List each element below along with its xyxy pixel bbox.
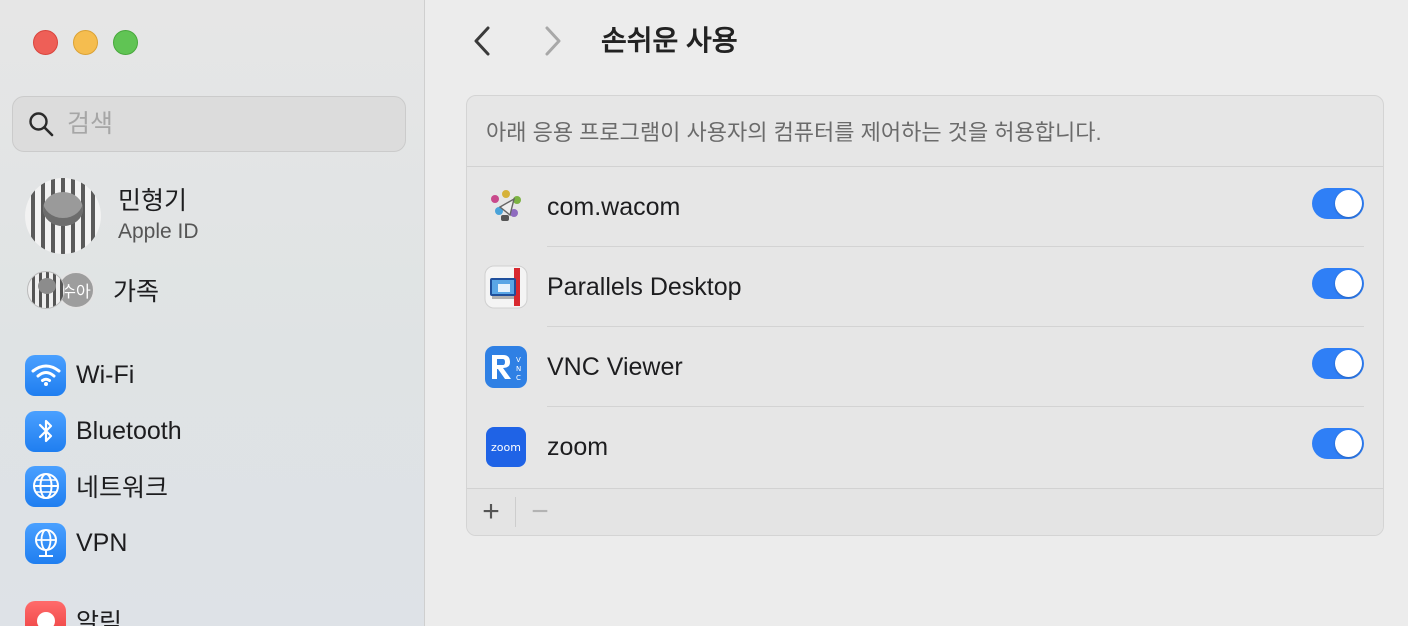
parallels-icon — [484, 265, 528, 309]
accessibility-app-list: 아래 응용 프로그램이 사용자의 컴퓨터를 제어하는 것을 허용합니다. com… — [466, 95, 1384, 536]
sidebar-item-vpn[interactable]: VPN — [25, 522, 127, 564]
globe-icon — [25, 465, 66, 507]
profile-name: 민형기 — [118, 187, 188, 215]
profile-subtitle: Apple ID — [118, 220, 199, 243]
minimize-window-button[interactable] — [73, 30, 98, 55]
list-item: VNC VNC Viewer — [467, 327, 1383, 407]
sidebar-item-label: Bluetooth — [76, 416, 182, 445]
sidebar-item-wifi[interactable]: Wi-Fi — [25, 354, 134, 396]
sidebar-item-network[interactable]: 네트워크 — [25, 465, 168, 507]
chevron-right-icon — [545, 26, 561, 56]
sidebar-item-label: 알림 — [76, 609, 123, 626]
remove-app-button[interactable]: − — [516, 489, 564, 535]
app-name: Parallels Desktop — [547, 272, 742, 301]
sidebar-item-label: 네트워크 — [76, 474, 169, 502]
app-name: zoom — [547, 432, 609, 461]
app-toggle[interactable] — [1312, 348, 1364, 379]
search-box[interactable] — [12, 96, 406, 152]
zoom-icon: zoom — [484, 425, 528, 469]
avatar — [25, 178, 101, 254]
search-icon — [27, 110, 55, 138]
list-item: zoom zoom — [467, 407, 1383, 487]
list-item: Parallels Desktop — [467, 247, 1383, 327]
panel-description: 아래 응용 프로그램이 사용자의 컴퓨터를 제어하는 것을 허용합니다. — [467, 96, 1383, 167]
vnc-viewer-icon: VNC — [484, 345, 528, 389]
back-button[interactable] — [464, 22, 500, 60]
chevron-left-icon — [474, 26, 490, 56]
close-window-button[interactable] — [33, 30, 58, 55]
sidebar-item-label: 가족 — [113, 278, 160, 306]
search-input[interactable] — [67, 109, 367, 139]
zoom-window-button[interactable] — [113, 30, 138, 55]
sidebar-item-label: VPN — [76, 528, 128, 557]
family-avatar-1 — [27, 271, 65, 309]
app-toggle[interactable] — [1312, 268, 1364, 299]
svg-text:N: N — [516, 365, 521, 373]
svg-text:C: C — [516, 374, 521, 382]
add-app-button[interactable]: + — [467, 489, 515, 535]
sidebar-item-label: Wi-Fi — [76, 360, 135, 389]
page-title: 손쉬운 사용 — [601, 25, 738, 56]
list-item: com.wacom — [467, 167, 1383, 247]
main-content: 손쉬운 사용 아래 응용 프로그램이 사용자의 컴퓨터를 제어하는 것을 허용합… — [426, 0, 1408, 626]
forward-button[interactable] — [535, 22, 571, 60]
svg-text:V: V — [516, 356, 521, 364]
wifi-icon — [25, 354, 66, 396]
app-name: VNC Viewer — [547, 352, 683, 381]
app-toggle[interactable] — [1312, 188, 1364, 219]
sidebar-item-bluetooth[interactable]: Bluetooth — [25, 410, 182, 452]
sidebar: 민형기 Apple ID 수아 가족 Wi-Fi Bluetooth 네트워크 … — [0, 0, 425, 626]
wacom-icon — [484, 185, 528, 229]
app-name: com.wacom — [547, 192, 681, 221]
bluetooth-icon — [25, 410, 66, 452]
app-toggle[interactable] — [1312, 428, 1364, 459]
list-footer: + − — [467, 488, 1383, 535]
sidebar-item-family[interactable]: 수아 가족 — [27, 271, 159, 309]
svg-text:zoom: zoom — [491, 441, 521, 454]
apple-id-profile[interactable]: 민형기 Apple ID — [25, 178, 199, 254]
notifications-icon — [25, 600, 66, 626]
vpn-globe-icon — [25, 522, 66, 564]
sidebar-item-notifications[interactable]: 알림 — [25, 600, 122, 626]
